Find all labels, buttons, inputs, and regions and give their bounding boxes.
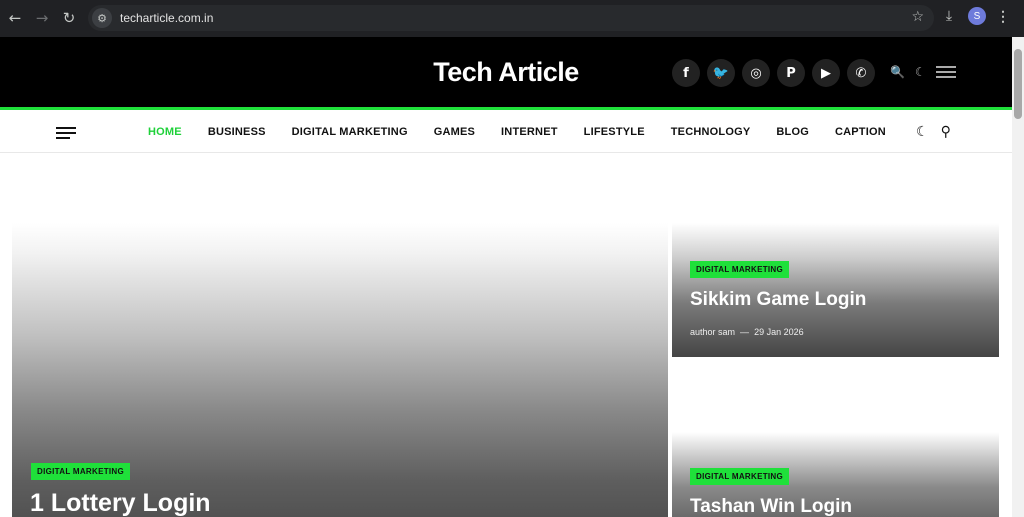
site-settings-icon[interactable]: ⚙ (92, 8, 112, 28)
article-title[interactable]: 1 Lottery Login (30, 489, 211, 517)
page-viewport: Tech Article f 🐦 ◎ P ▶ ✆ 🔍 ☾ HOME BUSINESS DIGI… (0, 37, 1024, 517)
page-scrollbar[interactable] (1012, 37, 1024, 517)
dark-mode-toggle-icon[interactable]: ☾ (916, 124, 929, 140)
nav-item-caption[interactable]: CAPTION (835, 126, 886, 138)
main-nav: HOME BUSINESS DIGITAL MARKETING GAMES INTERN… (0, 113, 1012, 153)
facebook-icon[interactable]: f (672, 59, 700, 87)
header-search-icon[interactable]: 🔍 (890, 65, 905, 79)
article-meta: author sam — 29 Jan 2026 (690, 327, 804, 337)
category-badge[interactable]: DIGITAL MARKETING (690, 261, 790, 278)
category-badge[interactable]: DIGITAL MARKETING (690, 468, 790, 485)
instagram-icon[interactable]: ◎ (742, 59, 770, 87)
nav-item-technology[interactable]: TECHNOLOGY (671, 126, 751, 138)
search-icon[interactable]: ⚲ (941, 124, 951, 140)
browser-toolbar: ← → ↻ ⚙ techarticle.com.in ☆ ⤓ S ⋮ (0, 0, 1024, 37)
url-text: techarticle.com.in (120, 11, 214, 25)
nav-menu: HOME BUSINESS DIGITAL MARKETING GAMES INTERN… (148, 126, 886, 138)
browser-menu-icon[interactable]: ⋮ (996, 8, 1010, 25)
nav-item-lifestyle[interactable]: LIFESTYLE (584, 126, 645, 138)
download-icon[interactable]: ⤓ (940, 8, 958, 24)
reload-icon[interactable]: ↻ (57, 6, 81, 30)
nav-item-games[interactable]: GAMES (434, 126, 475, 138)
profile-avatar[interactable]: S (968, 7, 986, 25)
header-dark-mode-icon[interactable]: ☾ (915, 65, 926, 79)
whatsapp-icon[interactable]: ✆ (847, 59, 875, 87)
scrollbar-thumb[interactable] (1014, 49, 1022, 119)
category-badge[interactable]: DIGITAL MARKETING (31, 463, 131, 480)
nav-item-business[interactable]: BUSINESS (208, 126, 266, 138)
featured-article-card[interactable]: DIGITAL MARKETING 1 Lottery Login (12, 223, 668, 517)
twitter-icon[interactable]: 🐦 (707, 59, 735, 87)
side-article-card[interactable]: DIGITAL MARKETING Sikkim Game Login auth… (672, 223, 999, 357)
side-article-card[interactable]: DIGITAL MARKETING Tashan Win Login (672, 432, 999, 517)
header-menu-icon[interactable] (935, 66, 956, 78)
article-date: 29 Jan 2026 (754, 327, 804, 337)
nav-item-digital-marketing[interactable]: DIGITAL MARKETING (292, 126, 408, 138)
nav-item-home[interactable]: HOME (148, 126, 182, 138)
nav-item-blog[interactable]: BLOG (776, 126, 809, 138)
meta-separator: — (740, 327, 750, 337)
article-title[interactable]: Sikkim Game Login (690, 289, 866, 311)
back-icon[interactable]: ← (3, 6, 27, 30)
youtube-icon[interactable]: ▶ (812, 59, 840, 87)
hamburger-menu-icon[interactable] (56, 127, 76, 139)
bookmark-star-icon[interactable]: ☆ (911, 9, 924, 25)
site-header: Tech Article f 🐦 ◎ P ▶ ✆ 🔍 ☾ (0, 37, 1012, 110)
pinterest-icon[interactable]: P (777, 59, 805, 87)
address-bar[interactable]: ⚙ techarticle.com.in ☆ (88, 5, 934, 31)
article-author[interactable]: author sam (690, 327, 735, 337)
social-links: f 🐦 ◎ P ▶ ✆ (672, 59, 875, 87)
article-title[interactable]: Tashan Win Login (690, 496, 852, 517)
nav-item-internet[interactable]: INTERNET (501, 126, 558, 138)
forward-icon[interactable]: → (30, 6, 54, 30)
